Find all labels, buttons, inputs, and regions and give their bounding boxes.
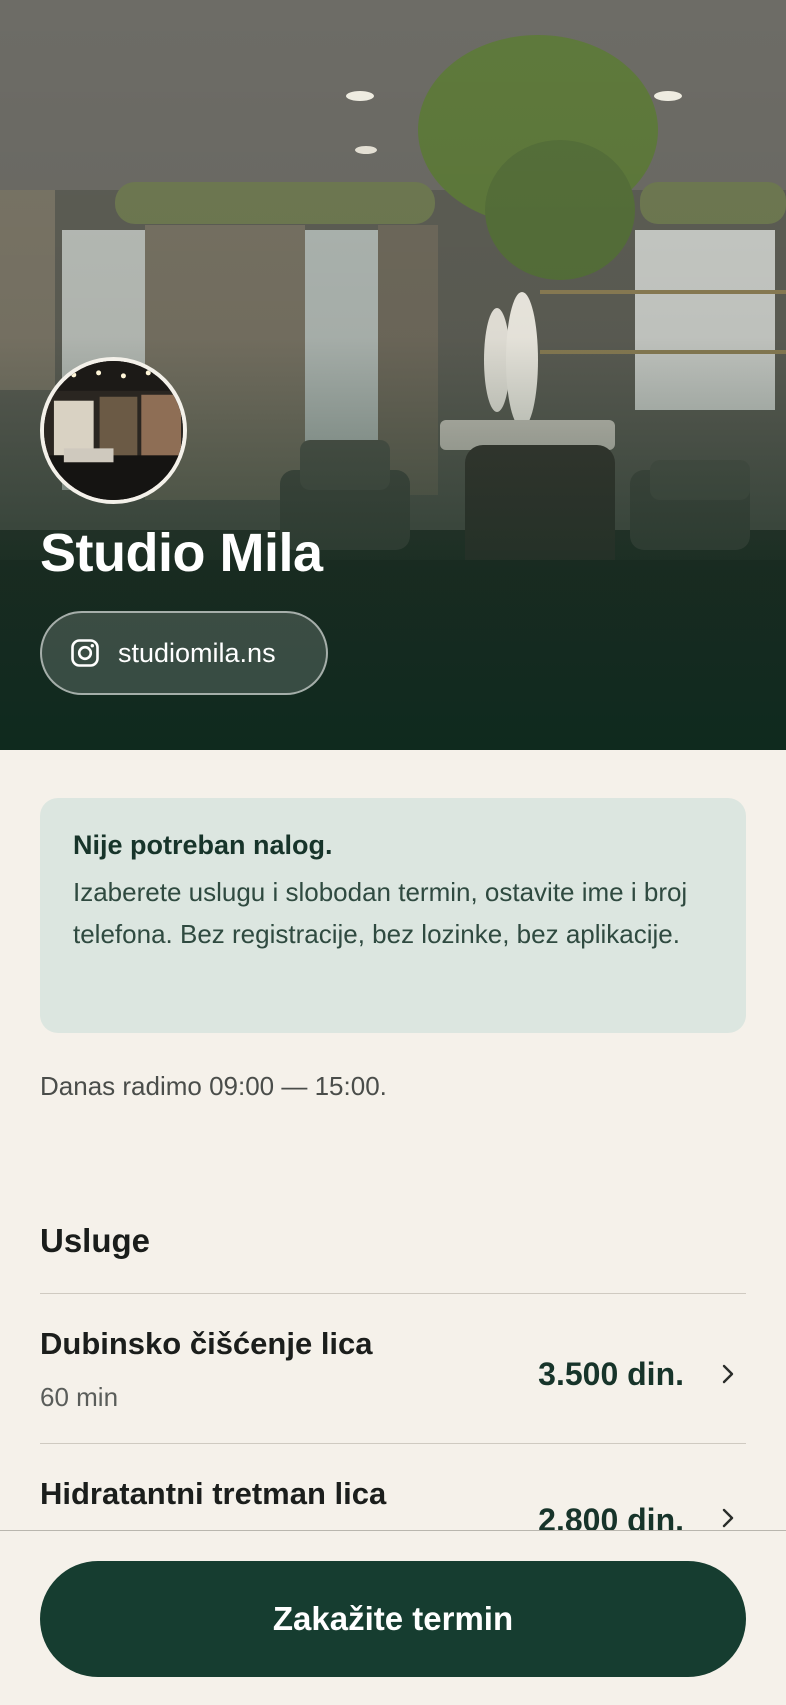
business-avatar	[40, 357, 187, 504]
book-appointment-button[interactable]: Zakažite termin	[40, 1561, 746, 1677]
instagram-link[interactable]: studiomila.ns	[40, 611, 328, 695]
divider	[40, 1293, 746, 1294]
working-hours: Danas radimo 09:00 — 15:00.	[40, 1071, 387, 1101]
service-name: Hidratantni tretman lica	[40, 1476, 387, 1511]
business-name: Studio Mila	[40, 523, 323, 583]
instagram-icon	[70, 638, 100, 668]
hero-banner: Studio Mila studiomila.ns	[0, 0, 786, 750]
chevron-right-icon	[722, 1508, 734, 1528]
instagram-handle: studiomila.ns	[118, 637, 276, 668]
service-item[interactable]: Dubinsko čišćenje lica 60 min 3.500 din.	[40, 1326, 746, 1466]
services-heading: Usluge	[40, 1222, 151, 1259]
notice-body: Izaberete uslugu i slobodan termin, osta…	[73, 877, 688, 949]
bottom-action-bar: Zakažite termin	[0, 1530, 786, 1705]
service-price: 3.500 din.	[538, 1356, 684, 1392]
chevron-right-icon	[722, 1364, 734, 1384]
divider	[40, 1443, 746, 1444]
service-name: Dubinsko čišćenje lica	[40, 1326, 373, 1361]
service-duration: 60 min	[40, 1382, 119, 1412]
no-account-notice: Nije potreban nalog. Izaberete uslugu i …	[40, 798, 746, 1033]
notice-title: Nije potreban nalog.	[73, 830, 333, 860]
